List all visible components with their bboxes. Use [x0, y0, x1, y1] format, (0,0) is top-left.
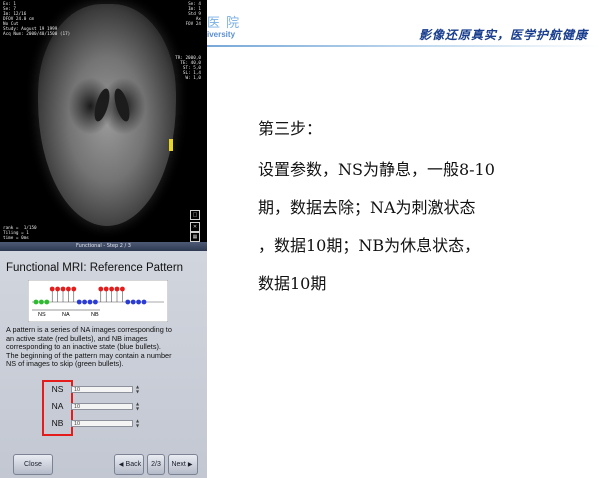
diagram-bullet-inactive — [87, 299, 93, 305]
na-spinner[interactable]: ▲ ▼ — [135, 401, 140, 411]
close-button[interactable]: Close — [13, 454, 53, 475]
description-line: NS of images to skip (green bullets). — [6, 359, 124, 369]
diagram-bullet-active — [103, 286, 109, 292]
page-indicator-label: 2/3 — [151, 461, 161, 468]
nb-input[interactable]: 10 — [71, 420, 133, 427]
diagram-label-ns: NS — [38, 312, 46, 318]
diagram-bullet-skip — [39, 299, 44, 305]
next-button[interactable]: Next ▶ — [168, 454, 198, 475]
diagram-bullet-active — [66, 286, 71, 292]
panel-title-bar: Functional - Step 2 / 3 — [0, 242, 207, 251]
mri-viewer[interactable]: Ex: 1 Se: 7 Im: 12/16 DFOV 24.0 cm No Cu… — [0, 0, 207, 242]
diagram-bullet-inactive — [136, 299, 141, 305]
diagram-bullet-inactive — [76, 299, 82, 305]
back-arrow-icon: ◀ — [118, 462, 124, 468]
overlay-bottom-left: rank = 1/150 Tiling = 1 time = 0ms — [3, 226, 37, 241]
diagram-bullet-active — [49, 286, 55, 292]
university-name: iversity — [207, 30, 236, 39]
viewer-grid-icon[interactable]: ▦ — [190, 232, 200, 242]
ns-spinner[interactable]: ▲ ▼ — [135, 384, 140, 394]
param-label-na: NA — [51, 401, 64, 411]
pattern-description: A pattern is a series of NA images corre… — [6, 325, 204, 369]
params-highlight-box: NS NA NB — [42, 380, 73, 436]
next-arrow-icon: ▶ — [187, 462, 193, 468]
param-label-nb: NB — [51, 418, 64, 428]
overlay-top-left: Ex: 1 Se: 7 Im: 12/16 DFOV 24.0 cm No Cu… — [3, 2, 71, 37]
panel-heading: Functional MRI: Reference Pattern — [6, 262, 184, 274]
slide-text-line: 数据10期 — [258, 274, 327, 293]
side-marker — [169, 139, 173, 151]
next-button-label: Next — [171, 461, 186, 468]
na-input[interactable]: 10 — [71, 403, 133, 410]
slide-slogan: 影像还原真实，医学护航健康 — [418, 28, 588, 42]
header-divider — [207, 45, 600, 47]
close-button-label: Close — [24, 461, 42, 468]
diagram-bullet-inactive — [82, 299, 87, 305]
slide-text-line: 设置参数，NS为静息，一般8-10 — [258, 160, 495, 179]
diagram-label-nb: NB — [91, 312, 99, 318]
param-label-ns: NS — [51, 384, 64, 394]
reference-pattern-diagram: NS NA NB — [28, 280, 168, 322]
slide-step-title: 第三步： — [258, 119, 323, 138]
diagram-bullet-inactive — [130, 299, 136, 305]
diagram-label-na: NA — [62, 312, 70, 318]
diagram-bullet-active — [109, 286, 114, 292]
diagram-bullet-skip — [44, 299, 50, 305]
diagram-bullet-inactive — [125, 299, 131, 305]
functional-wizard-panel: Functional - Step 2 / 3 Functional MRI: … — [0, 242, 207, 478]
slide-text-line: 期，数据去除；NA为刺激状态 — [258, 198, 476, 217]
diagram-bullet-active — [55, 286, 60, 292]
viewer-close-icon[interactable]: ✕ — [190, 222, 200, 232]
diagram-bullet-active — [114, 286, 120, 292]
page-indicator: 2/3 — [147, 454, 165, 475]
nb-spinner[interactable]: ▲ ▼ — [135, 418, 140, 428]
diagram-bullet-active — [98, 286, 104, 292]
diagram-bullet-active — [120, 286, 125, 292]
slide-text-line: ，数据10期；NB为休息状态， — [258, 236, 481, 255]
diagram-bullet-inactive — [141, 299, 147, 305]
back-button-label: Back — [125, 461, 142, 468]
diagram-bullet-active — [71, 286, 77, 292]
diagram-bullet-active — [60, 286, 66, 292]
ns-input[interactable]: 10 — [71, 386, 133, 393]
overlay-top-right: Se: 4 Im: 1 Std 9 Ax FOV 24 — [185, 2, 201, 27]
hospital-name: 医 院 — [207, 16, 241, 31]
overlay-mid-right: TR: 2000,0 TE: 40,0 ST: 5,0 SL: 1,4 W: 1… — [175, 56, 201, 81]
diagram-bullet-inactive — [93, 299, 98, 305]
diagram-bullet-skip — [33, 299, 39, 305]
viewer-square-icon[interactable]: □ — [190, 210, 200, 220]
slide-header: 医 院 iversity 影像还原真实，医学护航健康 — [207, 0, 600, 50]
back-button[interactable]: ◀ Back — [114, 454, 144, 475]
brain-slice-image — [38, 4, 176, 226]
